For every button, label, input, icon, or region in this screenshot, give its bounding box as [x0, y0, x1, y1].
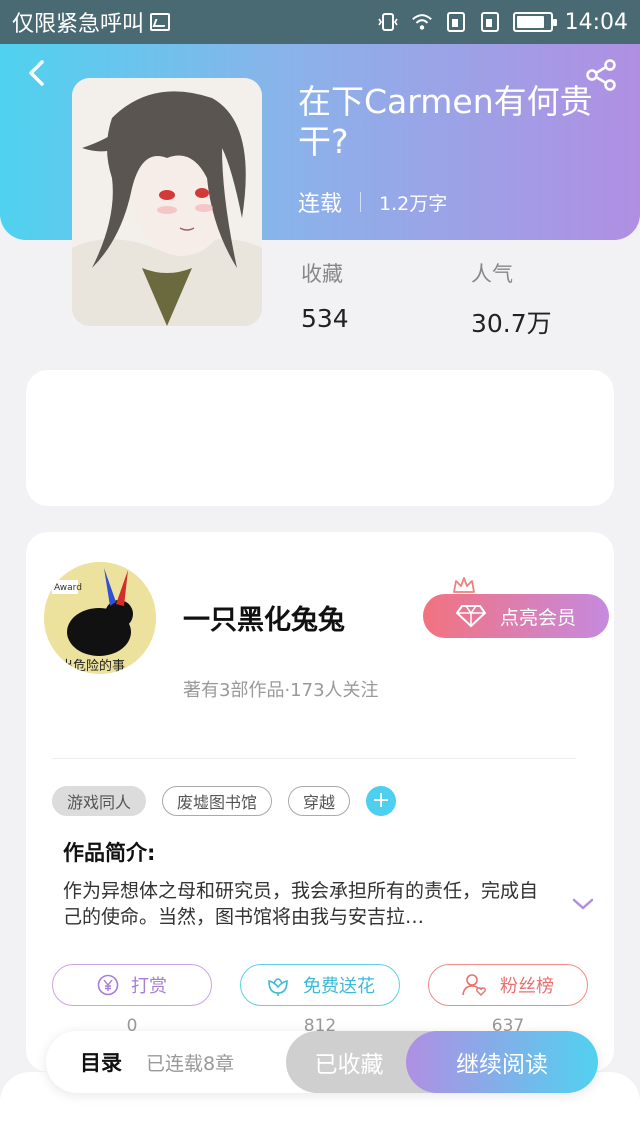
vibrate-icon	[377, 13, 398, 31]
clock: 14:04	[564, 9, 628, 35]
stat-value: 30.7万	[471, 309, 552, 338]
send-flower-button[interactable]: 免费送花	[240, 964, 400, 1006]
bottom-action-bar: 目录 已连载8章 已收藏 继续阅读	[46, 1031, 598, 1093]
flower-icon	[268, 978, 288, 996]
fans-rank-button[interactable]: 粉丝榜	[428, 964, 588, 1006]
crown-icon	[453, 577, 475, 593]
book-title: 在下Carmen有何贵干?	[298, 82, 593, 161]
author-avatar[interactable]: Award 出危险的事	[44, 562, 156, 674]
fans-rank-label: 粉丝榜	[500, 976, 554, 997]
divider	[52, 758, 576, 759]
carrier-text: 仅限紧急呼叫	[12, 12, 145, 37]
intro-text: 作为异想体之母和研究员，我会承担所有的责任，完成自己的使命。当然，图书馆将由我与…	[63, 880, 539, 928]
share-icon[interactable]	[584, 58, 618, 92]
reward-label: 打赏	[131, 976, 167, 997]
send-flower-label: 免费送花	[303, 976, 375, 997]
wifi-icon	[411, 14, 432, 30]
vip-label: 点亮会员	[499, 606, 576, 629]
author-card: Award 出危险的事 一只黑化兔兔 点亮会员 著有3部作品·173人关注 游戏…	[26, 532, 614, 1072]
tag-list: 游戏同人 废墟图书馆 穿越 +	[52, 786, 397, 816]
back-icon[interactable]	[22, 58, 52, 88]
serial-status: 连载	[298, 192, 343, 217]
intro-label: 作品简介:	[63, 841, 156, 865]
vip-button[interactable]: 点亮会员	[423, 594, 609, 638]
chapter-count[interactable]: 已连载8章	[146, 1031, 234, 1093]
diamond-icon	[455, 605, 486, 628]
stat-collect: 收藏 534	[301, 258, 349, 333]
stat-label: 人气	[471, 262, 513, 286]
stat-popularity: 人气 30.7万	[471, 258, 552, 340]
action-buttons: 打赏 免费送花 粉丝榜	[52, 964, 588, 1006]
add-tag-button[interactable]: +	[366, 786, 397, 816]
meta-divider	[360, 192, 362, 212]
continue-reading-button[interactable]: 继续阅读	[406, 1031, 598, 1093]
svg-text:Award: Award	[54, 583, 82, 593]
empty-card	[26, 370, 614, 506]
status-bar: 仅限紧急呼叫 14:04	[0, 0, 640, 44]
battery-icon	[512, 12, 557, 32]
image-notification-icon	[150, 13, 171, 31]
sim2-icon	[480, 12, 499, 32]
stat-label: 收藏	[301, 262, 343, 286]
word-count: 1.2万字	[379, 192, 448, 215]
stat-value: 534	[301, 304, 349, 333]
author-name[interactable]: 一只黑化兔兔	[183, 598, 345, 637]
author-info: 著有3部作品·173人关注	[183, 680, 379, 701]
user-heart-icon	[462, 974, 486, 996]
avatar-image: Award 出危险的事	[44, 562, 156, 674]
book-meta: 连载 1.2万字	[298, 186, 447, 218]
sim1-icon	[446, 12, 465, 32]
collected-label: 已收藏	[314, 1052, 384, 1078]
tag-item[interactable]: 穿越	[288, 786, 351, 816]
toc-button[interactable]: 目录	[80, 1031, 122, 1093]
chevron-down-icon[interactable]	[571, 896, 595, 912]
book-cover[interactable]	[72, 78, 262, 326]
avatar-caption: 出危险的事	[60, 658, 125, 674]
reward-button[interactable]: 打赏	[52, 964, 212, 1006]
cover-illustration	[72, 78, 262, 326]
tag-item[interactable]: 废墟图书馆	[162, 786, 273, 816]
tag-item[interactable]: 游戏同人	[52, 786, 147, 816]
yen-coin-icon	[97, 974, 119, 996]
